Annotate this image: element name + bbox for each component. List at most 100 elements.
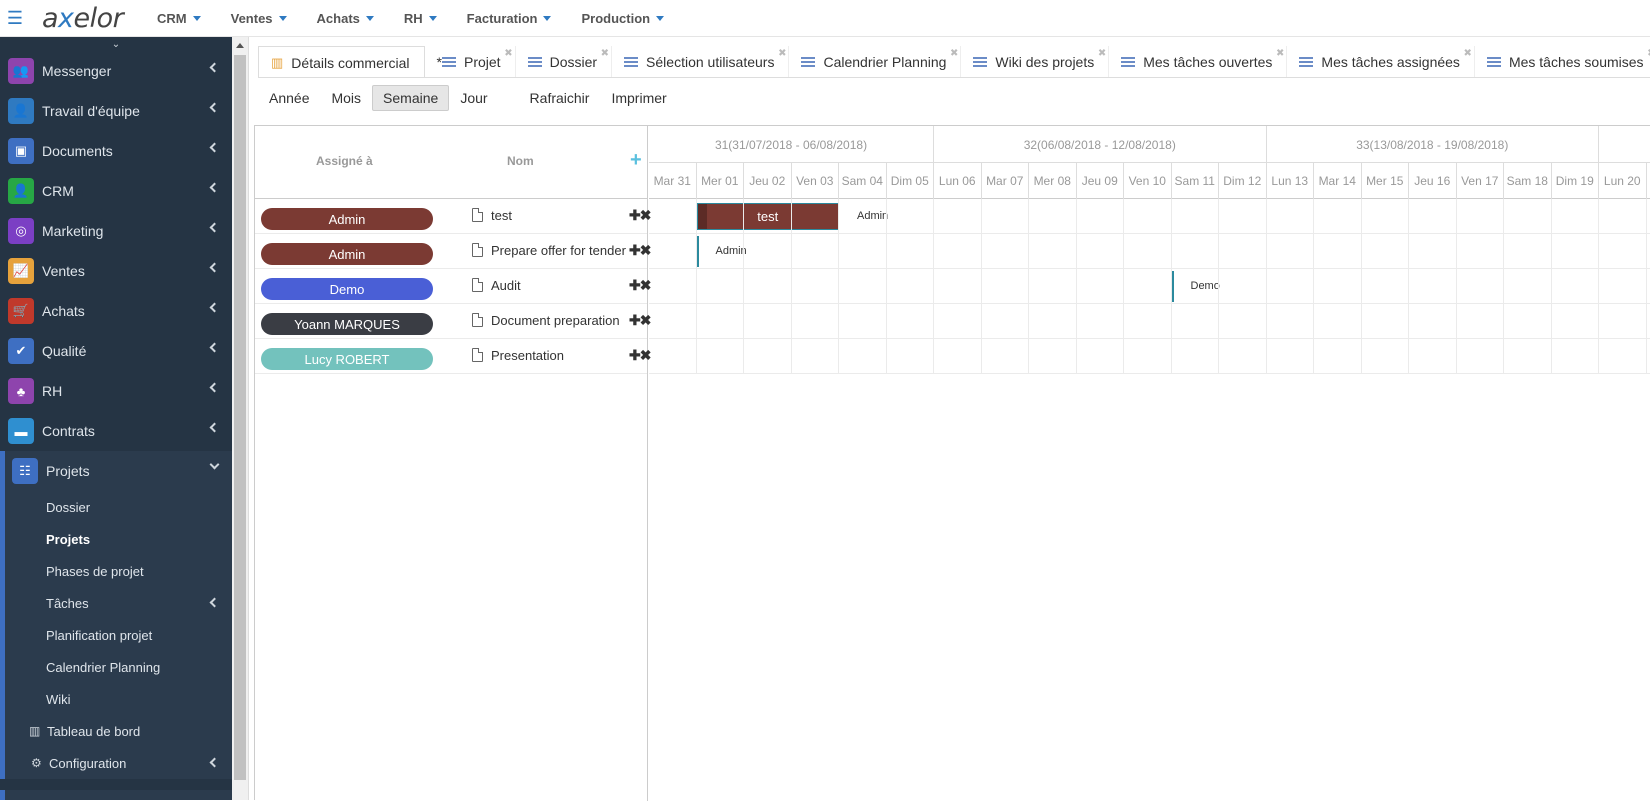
row-add-delete-icons[interactable]: ✚✖	[629, 242, 651, 259]
sidebar-subitem-projets[interactable]: Projets	[5, 523, 232, 555]
sidebar-item-qualit-[interactable]: ✔ Qualité	[0, 331, 232, 371]
timeline-grid-line	[1645, 199, 1647, 374]
task-name[interactable]: Presentation	[491, 348, 564, 363]
assignee-badge[interactable]: Lucy ROBERT	[261, 348, 433, 370]
task-name[interactable]: Prepare offer for tender	[491, 243, 626, 258]
tab-calendrier-planning[interactable]: Calendrier Planning ✖	[789, 46, 962, 77]
tab-s-lection-utilisateurs[interactable]: Sélection utilisateurs ✖	[612, 46, 790, 77]
task-bar[interactable]: test	[696, 203, 839, 230]
view-week-button[interactable]: Semaine	[372, 85, 450, 111]
close-icon[interactable]: ✖	[1098, 48, 1106, 59]
close-icon[interactable]: ✖	[950, 48, 958, 59]
column-header-assignee[interactable]: Assigné à	[316, 154, 373, 168]
view-year-button[interactable]: Année	[258, 85, 320, 111]
sidebar-subitem-planification-projet[interactable]: Planification projet	[5, 619, 232, 651]
tab-wiki-des-projets[interactable]: Wiki des projets ✖	[961, 46, 1110, 77]
user-icon: 👤	[8, 178, 34, 204]
document-icon	[472, 348, 483, 362]
sidebar-item-achats[interactable]: 🛒 Achats	[0, 291, 232, 331]
top-menu-production[interactable]: Production	[566, 0, 679, 37]
tab-d-tails-commercial[interactable]: ▥ Détails commercial	[258, 46, 425, 77]
table-row[interactable]: Admin Prepare offer for tender ✚✖	[255, 234, 651, 269]
tab-dossier[interactable]: Dossier ✖	[516, 46, 613, 77]
timeline-row	[649, 339, 1650, 374]
sidebar-item-projets[interactable]: ☷ Projets	[5, 451, 232, 491]
timeline-row: Admin	[649, 234, 1650, 269]
sidebar-item-crm[interactable]: 👤 CRM	[0, 171, 232, 211]
sidebar-subitem-wiki[interactable]: Wiki	[5, 683, 232, 715]
sidebar-collapse-icon[interactable]: ⌄	[0, 37, 232, 51]
top-menu-facturation[interactable]: Facturation	[452, 0, 567, 37]
sidebar-item-documents[interactable]: ▣ Documents	[0, 131, 232, 171]
task-bar-label: test	[757, 209, 779, 224]
tab-mes-t-ches-assign-es[interactable]: Mes tâches assignées ✖	[1287, 46, 1475, 77]
row-add-delete-icons[interactable]: ✚✖	[629, 347, 651, 364]
top-menu-achats[interactable]: Achats	[302, 0, 389, 37]
row-add-delete-icons[interactable]: ✚✖	[629, 277, 651, 294]
column-header-name[interactable]: Nom	[507, 154, 534, 168]
task-milestone[interactable]	[1171, 271, 1174, 302]
gantt-toolbar: Année Mois Semaine Jour Rafraichir Impri…	[258, 84, 678, 112]
timeline-week-scale: 31(31/07/2018 - 06/08/2018) 32(06/08/2018…	[649, 126, 1650, 163]
print-button[interactable]: Imprimer	[600, 85, 677, 111]
sidebar-item-travail-d-quipe[interactable]: 👤 Travail d'équipe	[0, 91, 232, 131]
tab-mes-t-ches-soumises[interactable]: Mes tâches soumises✖	[1475, 46, 1650, 77]
row-add-delete-icons[interactable]: ✚✖	[629, 207, 651, 224]
close-icon[interactable]: ✖	[601, 48, 609, 59]
top-menu-ventes[interactable]: Ventes	[216, 0, 302, 37]
sidebar-subitem-calendrier-planning[interactable]: Calendrier Planning	[5, 651, 232, 683]
sidebar-item-marketing[interactable]: ◎ Marketing	[0, 211, 232, 251]
table-row[interactable]: Lucy ROBERT Presentation ✚✖	[255, 339, 651, 374]
sidebar-item-messenger[interactable]: 👥 Messenger	[0, 51, 232, 91]
top-menu-rh[interactable]: RH	[389, 0, 452, 37]
timeline-day-label: Dim 05	[887, 163, 934, 199]
top-menu-label: CRM	[157, 10, 187, 26]
sidebar-subitem-phases-de-projet[interactable]: Phases de projet	[5, 555, 232, 587]
refresh-button[interactable]: Rafraichir	[519, 85, 601, 111]
view-day-button[interactable]: Jour	[449, 85, 498, 111]
sidebar-item-rh[interactable]: ♣ RH	[0, 371, 232, 411]
sidebar-subitem-dossier[interactable]: Dossier	[5, 491, 232, 523]
assignee-badge[interactable]: Yoann MARQUES	[261, 313, 433, 335]
close-icon[interactable]: ✖	[1464, 48, 1472, 59]
sidebar-item-contrats[interactable]: ▬ Contrats	[0, 411, 232, 451]
tasks-icon: ☷	[12, 458, 38, 484]
tab-projet[interactable]: * Projet ✖	[425, 46, 516, 77]
task-name[interactable]: test	[491, 208, 512, 223]
top-menu-crm[interactable]: CRM	[142, 0, 216, 37]
timeline-row: test Admin	[649, 199, 1650, 234]
app-logo[interactable]: a x elor	[30, 0, 130, 37]
close-icon[interactable]: ✖	[778, 48, 786, 59]
sidebar-item-label: Documents	[42, 143, 113, 159]
sidebar-subitem-t-ches[interactable]: Tâches	[5, 587, 232, 619]
sidebar-subitem-label: Configuration	[49, 755, 127, 771]
briefcase-icon: ▬	[8, 418, 34, 444]
table-row[interactable]: Yoann MARQUES Document preparation ✚✖	[255, 304, 651, 339]
hamburger-menu-icon[interactable]: ☰	[0, 0, 30, 37]
sidebar-group-projets: ☷ Projets Dossier Projets Phases de projet…	[0, 451, 232, 779]
assignee-badge[interactable]: Admin	[261, 208, 433, 230]
view-month-button[interactable]: Mois	[320, 85, 372, 111]
add-task-icon[interactable]: +	[630, 149, 642, 172]
sidebar-item-ventes[interactable]: 📈 Ventes	[0, 251, 232, 291]
close-icon[interactable]: ✖	[504, 48, 512, 59]
scrollbar-thumb[interactable]	[234, 55, 246, 780]
assignee-badge[interactable]: Demo	[261, 278, 433, 300]
sidebar-subitem-label: Phases de projet	[46, 563, 144, 579]
tab-mes-t-ches-ouvertes[interactable]: Mes tâches ouvertes ✖	[1109, 46, 1288, 77]
sidebar-subitem-configuration[interactable]: ⚙ Configuration	[5, 747, 232, 779]
table-row[interactable]: Demo Audit ✚✖	[255, 269, 651, 304]
timeline-day-label: Jeu 09	[1077, 163, 1124, 199]
table-row[interactable]: Admin test ✚✖	[255, 199, 651, 234]
user-icon: 👤	[8, 98, 34, 124]
task-milestone[interactable]	[696, 236, 699, 267]
close-icon[interactable]: ✖	[1276, 48, 1284, 59]
task-name[interactable]: Audit	[491, 278, 521, 293]
row-add-delete-icons[interactable]: ✚✖	[629, 312, 651, 329]
assignee-badge[interactable]: Admin	[261, 243, 433, 265]
scroll-up-arrow-icon[interactable]	[236, 43, 244, 48]
task-name[interactable]: Document preparation	[491, 313, 620, 328]
document-icon	[472, 313, 483, 327]
sidebar-scrollbar[interactable]	[232, 37, 249, 800]
sidebar-subitem-tableau-de-bord[interactable]: ▥ Tableau de bord	[5, 715, 232, 747]
